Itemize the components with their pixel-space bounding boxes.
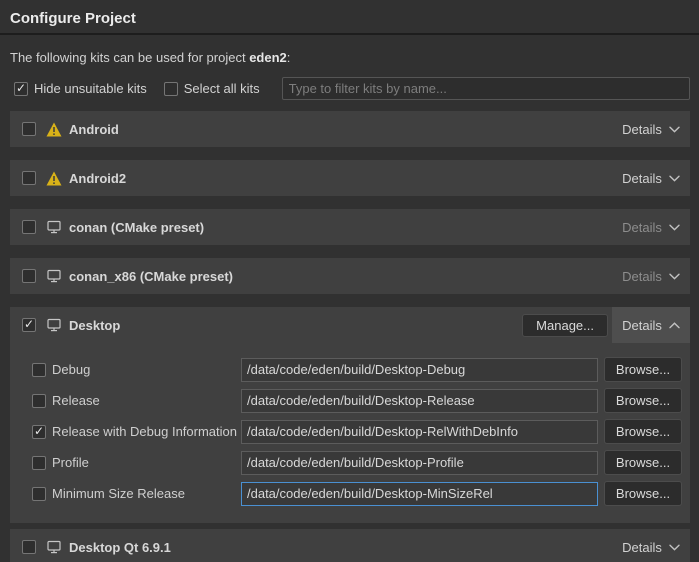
kit-list: Android Details Android2 Details c — [10, 111, 690, 562]
kit-name: Android — [69, 122, 119, 137]
chevron-down-icon — [669, 175, 680, 182]
build-dir-input[interactable] — [241, 389, 598, 413]
kit-name: conan_x86 (CMake preset) — [69, 269, 233, 284]
chevron-up-icon — [669, 322, 680, 329]
page-title: Configure Project — [10, 10, 689, 27]
kit-checkbox[interactable] — [22, 171, 36, 185]
details-label: Details — [622, 269, 662, 284]
chevron-down-icon — [669, 126, 680, 133]
build-config-row: Debug Browse... — [32, 357, 682, 382]
warning-icon — [45, 170, 62, 186]
kit-name: Desktop Qt 6.9.1 — [69, 540, 171, 555]
build-dir-input[interactable] — [241, 420, 598, 444]
build-config-row: Release with Debug Information Browse... — [32, 419, 682, 444]
kit-row: conan_x86 (CMake preset) Details — [10, 258, 690, 294]
kit-name: Android2 — [69, 171, 126, 186]
manage-button[interactable]: Manage... — [522, 314, 608, 337]
build-config-row: Release Browse... — [32, 388, 682, 413]
kit-checkbox[interactable] — [22, 318, 36, 332]
build-config-list: Debug Browse... Release Browse... Releas… — [10, 357, 690, 506]
kit-header: conan_x86 (CMake preset) Details — [10, 258, 690, 294]
details-toggle[interactable]: Details — [612, 209, 690, 245]
details-toggle[interactable]: Details — [612, 529, 690, 562]
kit-header: Desktop Manage... Details — [10, 307, 690, 343]
build-dir-input[interactable] — [241, 358, 598, 382]
desktop-icon — [45, 317, 62, 333]
details-label: Details — [622, 318, 662, 333]
details-toggle[interactable]: Details — [612, 160, 690, 196]
details-label: Details — [622, 540, 662, 555]
kit-row: conan (CMake preset) Details — [10, 209, 690, 245]
details-label: Details — [622, 122, 662, 137]
browse-button[interactable]: Browse... — [604, 450, 682, 475]
build-config-row: Minimum Size Release Browse... — [32, 481, 682, 506]
kit-row: Desktop Manage... Details Debug Browse..… — [10, 307, 690, 523]
desktop-icon — [45, 219, 62, 235]
kit-row: Desktop Qt 6.9.1 Details — [10, 529, 690, 562]
config-checkbox[interactable] — [32, 394, 46, 408]
build-dir-input[interactable] — [241, 482, 598, 506]
browse-button[interactable]: Browse... — [604, 388, 682, 413]
details-toggle[interactable]: Details — [612, 111, 690, 147]
config-checkbox[interactable] — [32, 487, 46, 501]
subtitle-prefix: The following kits can be used for proje… — [10, 50, 249, 65]
build-dir-input[interactable] — [241, 451, 598, 475]
browse-button[interactable]: Browse... — [604, 419, 682, 444]
kits-subtitle: The following kits can be used for proje… — [10, 50, 689, 65]
details-label: Details — [622, 220, 662, 235]
chevron-down-icon — [669, 224, 680, 231]
hide-unsuitable-checkbox[interactable] — [14, 82, 28, 96]
subtitle-suffix: : — [287, 50, 291, 65]
hide-unsuitable-label: Hide unsuitable kits — [34, 81, 147, 96]
config-checkbox[interactable] — [32, 363, 46, 377]
config-checkbox[interactable] — [32, 456, 46, 470]
config-label: Debug — [52, 362, 241, 377]
kit-name: conan (CMake preset) — [69, 220, 204, 235]
config-label: Minimum Size Release — [52, 486, 241, 501]
project-name: eden2 — [249, 50, 287, 65]
kit-checkbox[interactable] — [22, 122, 36, 136]
chevron-down-icon — [669, 273, 680, 280]
warning-icon — [45, 121, 62, 137]
browse-button[interactable]: Browse... — [604, 357, 682, 382]
config-label: Profile — [52, 455, 241, 470]
details-toggle[interactable]: Details — [612, 307, 690, 343]
build-config-row: Profile Browse... — [32, 450, 682, 475]
select-all-label: Select all kits — [184, 81, 260, 96]
select-all-group: Select all kits — [164, 81, 260, 96]
page-header: Configure Project — [0, 0, 699, 35]
kit-header: Android Details — [10, 111, 690, 147]
kit-row: Android Details — [10, 111, 690, 147]
kit-checkbox[interactable] — [22, 540, 36, 554]
kit-header: conan (CMake preset) Details — [10, 209, 690, 245]
kit-name: Desktop — [69, 318, 120, 333]
kit-row: Android2 Details — [10, 160, 690, 196]
browse-button[interactable]: Browse... — [604, 481, 682, 506]
chevron-down-icon — [669, 544, 680, 551]
kit-filter-controls: Hide unsuitable kits Select all kits — [14, 77, 690, 100]
hide-unsuitable-group: Hide unsuitable kits — [14, 81, 147, 96]
config-label: Release with Debug Information — [52, 424, 241, 439]
kit-filter-input[interactable] — [282, 77, 690, 100]
config-label: Release — [52, 393, 241, 408]
desktop-icon — [45, 268, 62, 284]
details-toggle[interactable]: Details — [612, 258, 690, 294]
kit-checkbox[interactable] — [22, 220, 36, 234]
details-label: Details — [622, 171, 662, 186]
config-checkbox[interactable] — [32, 425, 46, 439]
kit-checkbox[interactable] — [22, 269, 36, 283]
kit-header: Android2 Details — [10, 160, 690, 196]
kit-header: Desktop Qt 6.9.1 Details — [10, 529, 690, 562]
desktop-icon — [45, 539, 62, 555]
select-all-checkbox[interactable] — [164, 82, 178, 96]
